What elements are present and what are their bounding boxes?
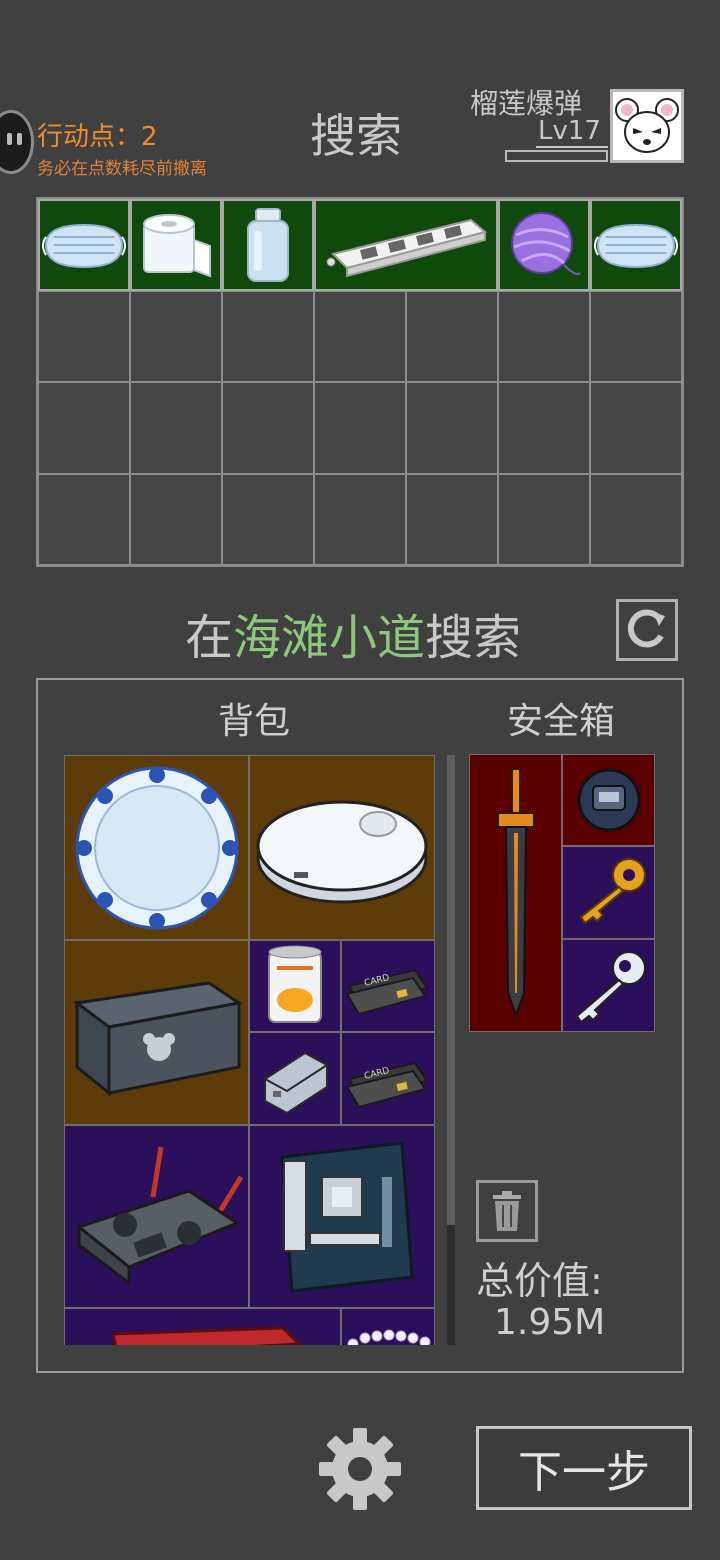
location-name: 海滩小道 <box>233 610 426 666</box>
backpack-item-drone-battery[interactable] <box>249 1032 341 1125</box>
safe-item-silver-key[interactable] <box>562 939 655 1032</box>
bank-card-icon: CARD <box>345 1061 429 1108</box>
loot-grid <box>36 197 684 567</box>
location-suffix: 搜索 <box>425 610 522 666</box>
backpack-item-bank-card[interactable]: CARD <box>341 940 435 1032</box>
location-prefix: 在 <box>185 610 234 666</box>
safe-item-gold-key[interactable] <box>562 846 655 939</box>
backpack-item-plate[interactable] <box>64 755 249 940</box>
action-points-label: 行动点：2 <box>37 122 158 152</box>
loot-item-yarn-ball[interactable] <box>498 199 590 291</box>
search-location: 在海滩小道搜索 <box>185 598 521 668</box>
backpack-scrollbar-thumb[interactable] <box>447 755 455 1225</box>
empty-loot-slot[interactable] <box>130 290 222 382</box>
empty-loot-slot[interactable] <box>314 290 406 382</box>
evacuation-warning: 务必在点数耗尽前撤离 <box>37 159 207 179</box>
refresh-icon <box>627 609 665 648</box>
watch-icon <box>577 768 640 832</box>
mouse-avatar-icon <box>615 98 679 153</box>
safe-item-sword[interactable] <box>469 754 562 1032</box>
total-value: 1.95M <box>494 1302 606 1343</box>
power-strip-icon <box>326 218 488 278</box>
backpack-item-pearl-necklace[interactable] <box>341 1308 435 1345</box>
empty-loot-slot[interactable] <box>590 290 682 382</box>
empty-loot-slot[interactable] <box>314 473 406 565</box>
backpack-item-remote-controller[interactable] <box>64 1125 249 1308</box>
sword-icon <box>496 768 535 1018</box>
loot-item-toilet-paper[interactable] <box>130 199 222 291</box>
bottle-icon <box>247 208 289 282</box>
discard-button[interactable] <box>476 1180 538 1242</box>
backpack-item-robot-vacuum[interactable] <box>249 755 435 940</box>
safe-box-title: 安全箱 <box>507 701 616 742</box>
face-mask-icon <box>42 223 126 269</box>
backpack-item-canned-peaches[interactable] <box>249 940 341 1032</box>
loot-item-bottle[interactable] <box>222 199 314 291</box>
backpack-title: 背包 <box>218 701 291 742</box>
empty-loot-slot[interactable] <box>130 382 222 474</box>
empty-loot-slot[interactable] <box>590 382 682 474</box>
empty-loot-slot[interactable] <box>498 382 590 474</box>
empty-loot-slot[interactable] <box>38 382 130 474</box>
trash-icon <box>493 1191 521 1231</box>
backpack-grid[interactable]: CARD CARD <box>64 755 435 1345</box>
empty-loot-slot[interactable] <box>314 382 406 474</box>
remote-controller-icon <box>75 1146 243 1286</box>
safe-box-grid[interactable] <box>469 754 655 1032</box>
empty-loot-slot[interactable] <box>38 473 130 565</box>
gold-key-icon <box>579 857 646 924</box>
empty-loot-slot[interactable] <box>498 290 590 382</box>
face-mask-icon <box>594 223 678 269</box>
empty-loot-slot[interactable] <box>130 473 222 565</box>
loot-item-face-mask[interactable] <box>38 199 130 291</box>
plate-icon <box>75 766 238 929</box>
toilet-paper-icon <box>143 214 211 278</box>
loot-item-power-strip[interactable] <box>314 199 498 291</box>
total-value-label: 总价值: <box>476 1259 603 1303</box>
robot-vacuum-icon <box>256 800 428 903</box>
mascot-icon[interactable] <box>0 110 34 174</box>
level-underline <box>536 146 608 148</box>
backpack-item-storage-crate[interactable] <box>64 940 249 1125</box>
red-item-icon <box>110 1326 302 1345</box>
empty-loot-slot[interactable] <box>406 382 498 474</box>
refresh-button[interactable] <box>616 599 678 661</box>
xp-bar <box>505 150 608 162</box>
backpack-item-bank-card[interactable]: CARD <box>341 1032 435 1125</box>
loot-item-face-mask[interactable] <box>590 199 682 291</box>
settings-button[interactable] <box>317 1426 403 1512</box>
next-step-button[interactable]: 下一步 <box>476 1426 692 1510</box>
silver-key-icon <box>575 950 646 1023</box>
gear-icon <box>319 1428 401 1510</box>
avatar[interactable] <box>610 89 684 163</box>
player-level: Lv17 <box>538 116 601 146</box>
pearl-necklace-icon <box>347 1329 431 1345</box>
empty-loot-slot[interactable] <box>38 290 130 382</box>
empty-loot-slot[interactable] <box>406 290 498 382</box>
backpack-item-red-item[interactable] <box>64 1308 341 1345</box>
motherboard-icon <box>280 1140 414 1293</box>
canned-peaches-icon <box>268 945 322 1023</box>
empty-loot-slot[interactable] <box>222 382 314 474</box>
empty-loot-slot[interactable] <box>406 473 498 565</box>
page-title: 搜索 <box>310 109 402 163</box>
backpack-item-motherboard[interactable] <box>249 1125 435 1308</box>
safe-item-watch[interactable] <box>562 754 655 846</box>
empty-loot-slot[interactable] <box>590 473 682 565</box>
drone-battery-icon <box>264 1051 328 1114</box>
empty-loot-slot[interactable] <box>222 473 314 565</box>
yarn-ball-icon <box>511 212 581 275</box>
empty-loot-slot[interactable] <box>498 473 590 565</box>
storage-crate-icon <box>72 980 243 1096</box>
empty-loot-slot[interactable] <box>222 290 314 382</box>
bank-card-icon: CARD <box>345 968 429 1016</box>
